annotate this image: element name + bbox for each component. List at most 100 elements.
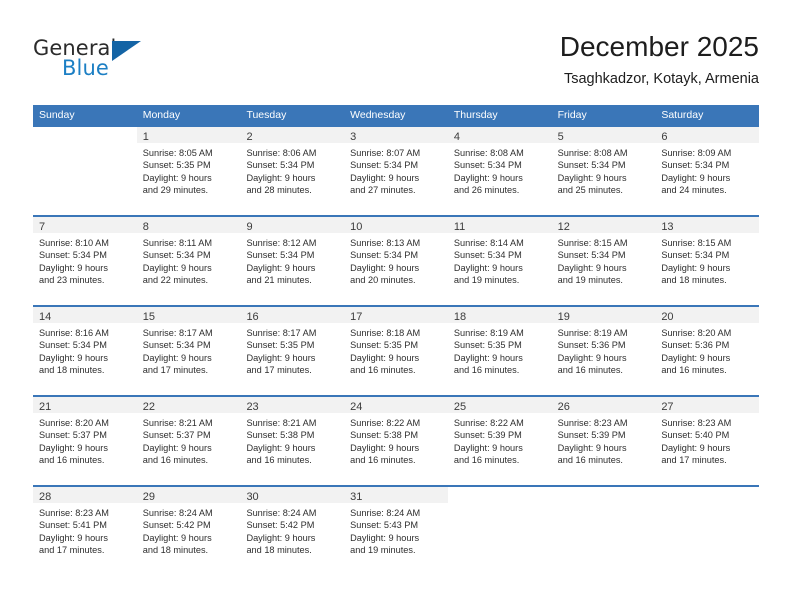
day-number-band: 3 (344, 127, 448, 143)
day-detail-line: Sunrise: 8:08 AM (453, 148, 524, 158)
day-cell-14[interactable]: 14 Sunrise: 8:16 AM Sunset: 5:34 PM Dayligh… (33, 307, 137, 395)
day-cell-13[interactable]: 13 Sunrise: 8:15 AM Sunset: 5:34 PM Dayligh… (655, 217, 760, 305)
day-detail-line: and 16 minutes. (453, 365, 520, 376)
day-number: 16 (246, 311, 259, 323)
day-cell-21[interactable]: 21 Sunrise: 8:20 AM Sunset: 5:37 PM Dayligh… (33, 397, 137, 485)
day-cell-24[interactable]: 24 Sunrise: 8:22 AM Sunset: 5:38 PM Dayligh… (344, 397, 448, 485)
day-detail-line: and 16 minutes. (350, 365, 416, 376)
day-detail-line: Sunrise: 8:18 AM (350, 328, 421, 338)
day-cell-20[interactable]: 20 Sunrise: 8:20 AM Sunset: 5:36 PM Dayligh… (655, 307, 760, 395)
day-detail-line: Sunset: 5:39 PM (557, 430, 626, 441)
day-detail-line: Sunset: 5:34 PM (142, 250, 211, 261)
day-detail-line: Sunrise: 8:20 AM (661, 328, 732, 338)
day-cell-26[interactable]: 26 Sunrise: 8:23 AM Sunset: 5:39 PM Dayligh… (551, 397, 656, 485)
day-number-band: 7 (33, 217, 137, 233)
day-detail-line: Sunset: 5:34 PM (246, 160, 315, 171)
day-cell-17[interactable]: 17 Sunrise: 8:18 AM Sunset: 5:35 PM Dayligh… (344, 307, 448, 395)
day-detail-line: Sunrise: 8:15 AM (557, 238, 628, 248)
day-detail-line: Sunset: 5:38 PM (350, 430, 419, 441)
day-cell-18[interactable]: 18 Sunrise: 8:19 AM Sunset: 5:35 PM Dayligh… (447, 307, 552, 395)
page-header: General Blue December 2025 Tsaghkadzor, … (0, 0, 792, 100)
day-detail-line: Sunset: 5:34 PM (661, 250, 730, 261)
day-number-band: 5 (551, 127, 656, 143)
weekday-header-row: Sunday Monday Tuesday Wednesday Thursday Frid… (33, 105, 759, 125)
day-detail-line: Sunset: 5:41 PM (39, 520, 107, 531)
day-cell-9[interactable]: 9 Sunrise: 8:12 AM Sunset: 5:34 PM Daylight… (240, 217, 345, 305)
day-number-band: 23 (240, 397, 345, 413)
day-number-band: 4 (447, 127, 552, 143)
day-cell-15[interactable]: 15 Sunrise: 8:17 AM Sunset: 5:34 PM Dayligh… (136, 307, 241, 395)
day-number-band (33, 127, 137, 143)
day-details: Sunrise: 8:24 AM Sunset: 5:42 PM Daylight:… (240, 503, 344, 557)
day-cell-29[interactable]: 29 Sunrise: 8:24 AM Sunset: 5:42 PM Dayligh… (136, 487, 241, 575)
day-cell-1[interactable]: 1 Sunrise: 8:05 AM Sunset: 5:35 PM Daylight… (136, 127, 241, 215)
day-number-band: 14 (33, 307, 137, 323)
day-details: Sunrise: 8:23 AM Sunset: 5:40 PM Daylight:… (655, 413, 759, 467)
day-detail-line: Daylight: 9 hours (350, 532, 420, 543)
day-cell-16[interactable]: 16 Sunrise: 8:17 AM Sunset: 5:35 PM Dayligh… (240, 307, 345, 395)
day-detail-line: Daylight: 9 hours (39, 532, 108, 543)
day-cell-8[interactable]: 8 Sunrise: 8:11 AM Sunset: 5:34 PM Daylight… (136, 217, 241, 305)
day-detail-line: Sunset: 5:34 PM (350, 250, 419, 261)
day-detail-line: Sunset: 5:39 PM (453, 430, 522, 441)
brand-name-blue: Blue (62, 56, 109, 80)
day-detail-line: Sunrise: 8:17 AM (246, 328, 317, 338)
day-number-band: 26 (551, 397, 656, 413)
day-detail-line: Daylight: 9 hours (453, 172, 523, 183)
weekday-header-thursday: Thursday (453, 109, 498, 121)
day-detail-line: Sunrise: 8:13 AM (350, 238, 421, 248)
day-cell-7[interactable]: 7 Sunrise: 8:10 AM Sunset: 5:34 PM Daylight… (33, 217, 137, 305)
day-detail-line: Daylight: 9 hours (246, 172, 316, 183)
day-number: 31 (350, 491, 363, 503)
day-detail-line: and 17 minutes. (142, 365, 209, 376)
brand-triangle-icon (112, 41, 141, 61)
day-number: 21 (39, 401, 52, 413)
day-cell-11[interactable]: 11 Sunrise: 8:14 AM Sunset: 5:34 PM Dayligh… (447, 217, 552, 305)
day-cell-30[interactable]: 30 Sunrise: 8:24 AM Sunset: 5:42 PM Dayligh… (240, 487, 345, 575)
day-detail-line: and 16 minutes. (39, 455, 105, 466)
day-details: Sunrise: 8:15 AM Sunset: 5:34 PM Daylight:… (552, 233, 656, 287)
day-detail-line: Sunrise: 8:14 AM (453, 238, 524, 248)
day-details: Sunrise: 8:17 AM Sunset: 5:35 PM Daylight:… (240, 323, 344, 377)
day-cell-5[interactable]: 5 Sunrise: 8:08 AM Sunset: 5:34 PM Daylight… (551, 127, 656, 215)
calendar-week-row: 1 Sunrise: 8:05 AM Sunset: 5:35 PM Daylight… (33, 125, 760, 215)
day-detail-line: and 16 minutes. (557, 455, 623, 466)
day-detail-line: Sunrise: 8:19 AM (557, 328, 628, 338)
day-cell-23[interactable]: 23 Sunrise: 8:21 AM Sunset: 5:38 PM Dayligh… (240, 397, 345, 485)
day-number: 22 (142, 401, 155, 413)
day-detail-line: and 22 minutes. (142, 275, 209, 286)
day-number: 17 (350, 311, 363, 323)
day-number: 11 (453, 221, 466, 233)
day-cell-2[interactable]: 2 Sunrise: 8:06 AM Sunset: 5:34 PM Daylight… (240, 127, 345, 215)
day-cell-empty (447, 487, 552, 575)
day-cell-3[interactable]: 3 Sunrise: 8:07 AM Sunset: 5:34 PM Daylight… (344, 127, 448, 215)
day-number-band: 16 (240, 307, 345, 323)
day-cell-22[interactable]: 22 Sunrise: 8:21 AM Sunset: 5:37 PM Dayligh… (136, 397, 241, 485)
day-cell-31[interactable]: 31 Sunrise: 8:24 AM Sunset: 5:43 PM Dayligh… (344, 487, 448, 575)
day-detail-line: Sunrise: 8:16 AM (39, 328, 109, 338)
day-cell-12[interactable]: 12 Sunrise: 8:15 AM Sunset: 5:34 PM Dayligh… (551, 217, 656, 305)
day-number-band: 12 (551, 217, 656, 233)
day-number: 20 (661, 311, 674, 323)
day-details: Sunrise: 8:21 AM Sunset: 5:38 PM Daylight:… (240, 413, 344, 467)
day-details: Sunrise: 8:19 AM Sunset: 5:35 PM Daylight:… (448, 323, 552, 377)
day-number: 23 (246, 401, 259, 413)
day-cell-28[interactable]: 28 Sunrise: 8:23 AM Sunset: 5:41 PM Dayligh… (33, 487, 137, 575)
day-cell-25[interactable]: 25 Sunrise: 8:22 AM Sunset: 5:39 PM Dayligh… (447, 397, 552, 485)
day-cell-6[interactable]: 6 Sunrise: 8:09 AM Sunset: 5:34 PM Daylight… (655, 127, 760, 215)
day-cell-4[interactable]: 4 Sunrise: 8:08 AM Sunset: 5:34 PM Daylight… (447, 127, 552, 215)
weekday-header-tuesday: Tuesday (246, 109, 287, 121)
day-number-band: 15 (136, 307, 241, 323)
day-detail-line: and 16 minutes. (661, 365, 727, 376)
day-cell-10[interactable]: 10 Sunrise: 8:13 AM Sunset: 5:34 PM Dayligh… (344, 217, 448, 305)
day-detail-line: and 16 minutes. (142, 455, 209, 466)
day-detail-line: Sunrise: 8:10 AM (39, 238, 109, 248)
day-details: Sunrise: 8:14 AM Sunset: 5:34 PM Daylight:… (448, 233, 552, 287)
day-number-band: 28 (33, 487, 137, 503)
day-number-band: 22 (136, 397, 241, 413)
day-cell-19[interactable]: 19 Sunrise: 8:19 AM Sunset: 5:36 PM Dayligh… (551, 307, 656, 395)
day-cell-27[interactable]: 27 Sunrise: 8:23 AM Sunset: 5:40 PM Dayligh… (655, 397, 760, 485)
day-detail-line: and 18 minutes. (246, 545, 312, 556)
day-number-band: 25 (447, 397, 552, 413)
calendar-week-row: 7 Sunrise: 8:10 AM Sunset: 5:34 PM Daylight… (33, 215, 760, 305)
